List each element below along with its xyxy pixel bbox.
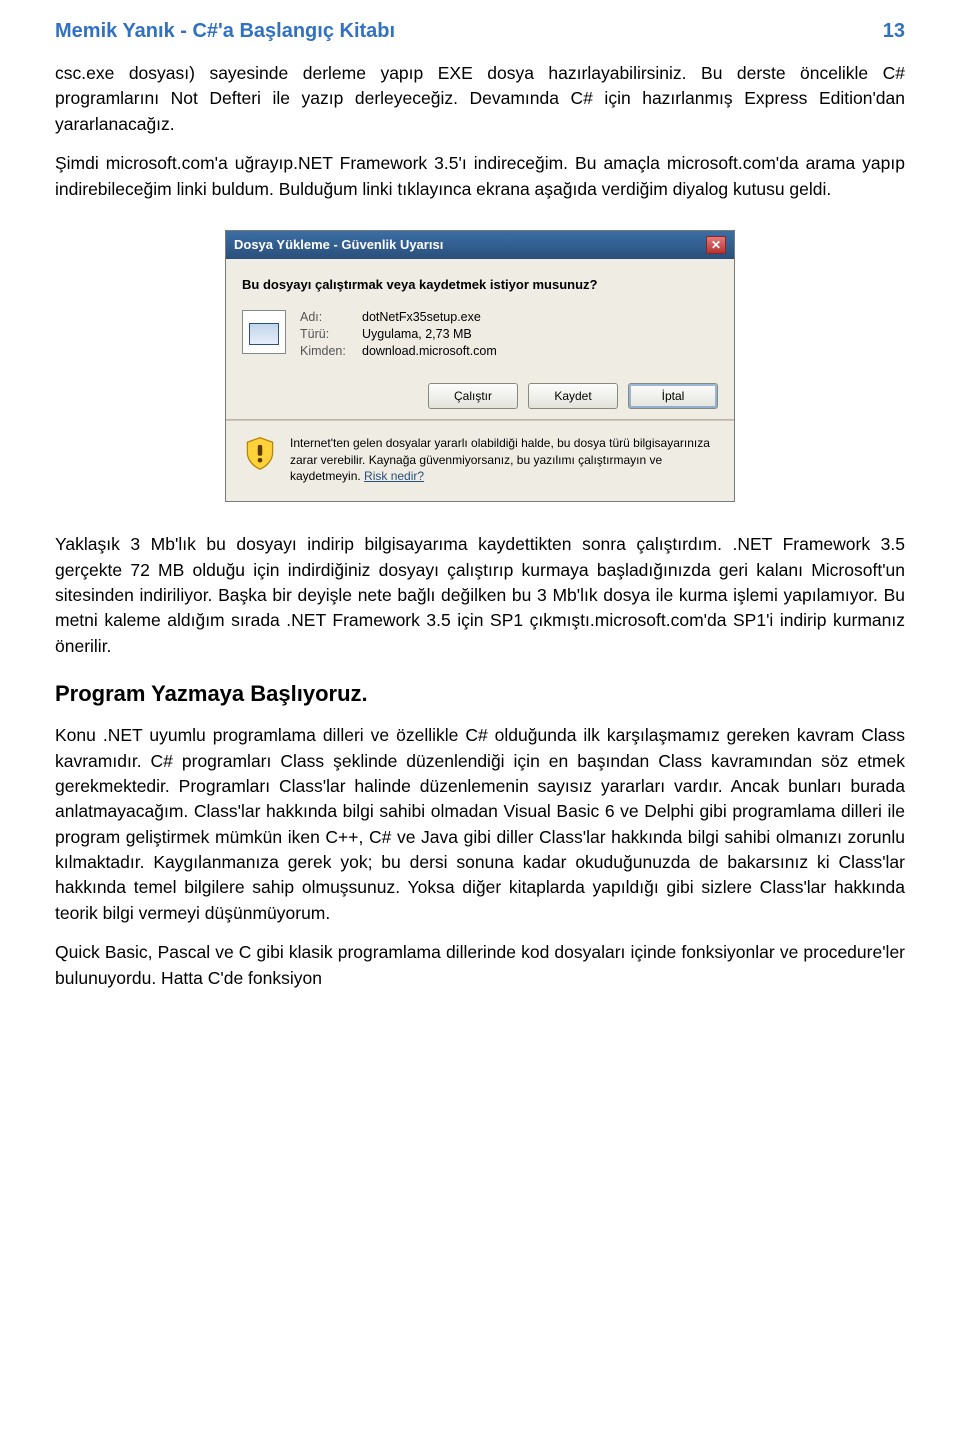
dialog-body: Bu dosyayı çalıştırmak veya kaydetmek is… [226,259,734,501]
section-heading: Program Yazmaya Başlıyoruz. [55,681,905,707]
file-type-label: Türü: [300,327,358,341]
dialog-question: Bu dosyayı çalıştırmak veya kaydetmek is… [242,277,718,292]
page-header: Memik Yanık - C#'a Başlangıç Kitabı 13 [55,20,905,43]
risk-link[interactable]: Risk nedir? [364,469,424,483]
file-type-value: Uygulama, 2,73 MB [362,327,497,341]
close-icon: ✕ [711,238,721,252]
shield-icon [242,435,278,471]
dialog-file-info: Adı: dotNetFx35setup.exe Türü: Uygulama,… [242,310,718,361]
application-icon [242,310,286,354]
save-button[interactable]: Kaydet [528,383,618,409]
body-paragraph-1: csc.exe dosyası) sayesinde derleme yapıp… [55,61,905,137]
dialog-container: Dosya Yükleme - Güvenlik Uyarısı ✕ Bu do… [55,230,905,502]
body-paragraph-5: Quick Basic, Pascal ve C gibi klasik pro… [55,940,905,991]
dialog-warning-text: Internet'ten gelen dosyalar yararlı olab… [290,435,718,485]
page-number: 13 [883,20,905,43]
dialog-titlebar: Dosya Yükleme - Güvenlik Uyarısı ✕ [226,231,734,259]
file-name-label: Adı: [300,310,358,324]
body-paragraph-3: Yaklaşık 3 Mb'lık bu dosyayı indirip bil… [55,532,905,659]
file-from-label: Kimden: [300,344,358,358]
book-title: Memik Yanık - C#'a Başlangıç Kitabı [55,20,395,43]
file-from-value: download.microsoft.com [362,344,497,358]
security-warning-dialog: Dosya Yükleme - Güvenlik Uyarısı ✕ Bu do… [225,230,735,502]
close-button[interactable]: ✕ [706,236,726,254]
dialog-button-row: Çalıştır Kaydet İptal [242,383,718,409]
dialog-warning-row: Internet'ten gelen dosyalar yararlı olab… [242,435,718,485]
dialog-file-metadata: Adı: dotNetFx35setup.exe Türü: Uygulama,… [300,310,497,361]
body-paragraph-4: Konu .NET uyumlu programlama dilleri ve … [55,723,905,926]
cancel-button[interactable]: İptal [628,383,718,409]
dialog-divider [226,419,734,421]
warning-message: Internet'ten gelen dosyalar yararlı olab… [290,436,710,484]
file-name-value: dotNetFx35setup.exe [362,310,497,324]
body-paragraph-2: Şimdi microsoft.com'a uğrayıp.NET Framew… [55,151,905,202]
dialog-title: Dosya Yükleme - Güvenlik Uyarısı [234,237,443,252]
run-button[interactable]: Çalıştır [428,383,518,409]
